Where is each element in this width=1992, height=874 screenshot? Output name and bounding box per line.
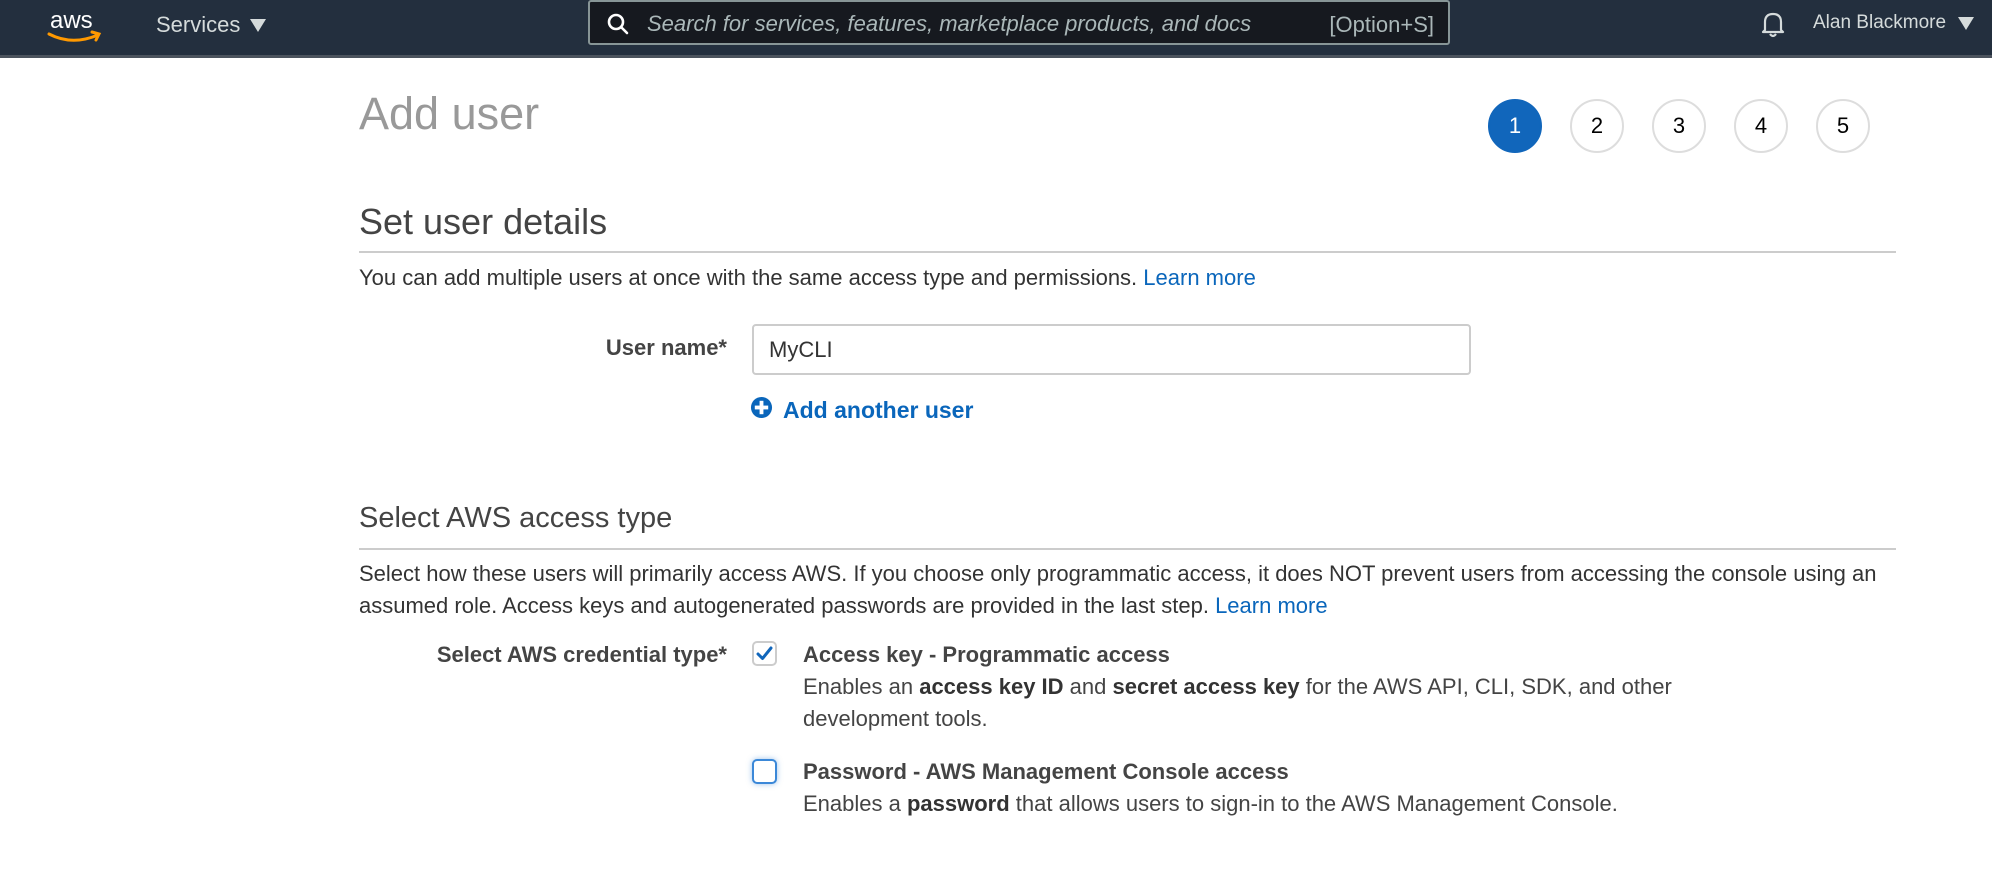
desc-text: that allows users to sign-in to the AWS … bbox=[1009, 791, 1618, 816]
account-name: Alan Blackmore bbox=[1813, 12, 1947, 33]
learn-more-link[interactable]: Learn more bbox=[1143, 265, 1256, 290]
description-text: You can add multiple users at once with … bbox=[359, 265, 1138, 290]
credential-type-label: Select AWS credential type* bbox=[436, 642, 727, 667]
services-label: Services bbox=[156, 12, 241, 37]
password-checkbox[interactable] bbox=[752, 759, 777, 784]
username-input[interactable] bbox=[752, 324, 1471, 375]
plus-circle-icon bbox=[750, 396, 773, 425]
add-another-user-label: Add another user bbox=[783, 397, 974, 423]
section-heading-access-type: Select AWS access type bbox=[359, 502, 673, 534]
description-text: Select how these users will primarily ac… bbox=[359, 561, 1877, 618]
section-heading-user-details: Set user details bbox=[359, 201, 608, 242]
caret-down-icon bbox=[250, 18, 267, 32]
password-option-description: Enables a password that allows users to … bbox=[803, 788, 1673, 820]
wizard-steps: 1 2 3 4 5 bbox=[1488, 99, 1870, 153]
top-nav-bar: aws Services [Option+S] Alan Blackmore bbox=[0, 0, 1992, 58]
step-4[interactable]: 4 bbox=[1734, 99, 1788, 153]
access-key-checkbox[interactable] bbox=[752, 641, 777, 666]
step-2[interactable]: 2 bbox=[1570, 99, 1624, 153]
access-key-option-title: Access key - Programmatic access bbox=[803, 642, 1170, 667]
step-5[interactable]: 5 bbox=[1816, 99, 1870, 153]
desc-text: Enables an bbox=[803, 674, 920, 699]
aws-logo[interactable]: aws bbox=[46, 6, 106, 46]
search-box[interactable]: [Option+S] bbox=[588, 0, 1450, 45]
search-input[interactable] bbox=[645, 6, 1289, 42]
desc-text: and bbox=[1063, 674, 1113, 699]
access-key-option-description: Enables an access key ID and secret acce… bbox=[803, 671, 1673, 735]
password-option-title: Password - AWS Management Console access bbox=[803, 759, 1289, 784]
desc-bold: access key ID bbox=[919, 674, 1064, 699]
username-label: User name* bbox=[605, 335, 727, 360]
divider bbox=[359, 548, 1896, 550]
step-3[interactable]: 3 bbox=[1652, 99, 1706, 153]
svg-text:aws: aws bbox=[50, 7, 93, 34]
caret-down-icon bbox=[1958, 16, 1975, 30]
services-menu[interactable]: Services bbox=[156, 12, 267, 38]
learn-more-link[interactable]: Learn more bbox=[1215, 593, 1328, 618]
bell-icon[interactable] bbox=[1760, 10, 1786, 43]
add-another-user-button[interactable]: Add another user bbox=[750, 396, 973, 425]
desc-text: Enables a bbox=[803, 791, 907, 816]
search-icon bbox=[606, 12, 630, 41]
search-shortcut-hint: [Option+S] bbox=[1329, 12, 1434, 37]
checkmark-icon bbox=[756, 646, 773, 660]
divider bbox=[359, 251, 1896, 253]
step-1[interactable]: 1 bbox=[1488, 99, 1542, 153]
page-title: Add user bbox=[359, 88, 540, 139]
account-menu[interactable]: Alan Blackmore bbox=[1813, 12, 1975, 34]
desc-bold: password bbox=[906, 791, 1010, 816]
user-details-description: You can add multiple users at once with … bbox=[359, 262, 1899, 294]
access-type-description: Select how these users will primarily ac… bbox=[359, 558, 1899, 622]
desc-bold: secret access key bbox=[1112, 674, 1300, 699]
